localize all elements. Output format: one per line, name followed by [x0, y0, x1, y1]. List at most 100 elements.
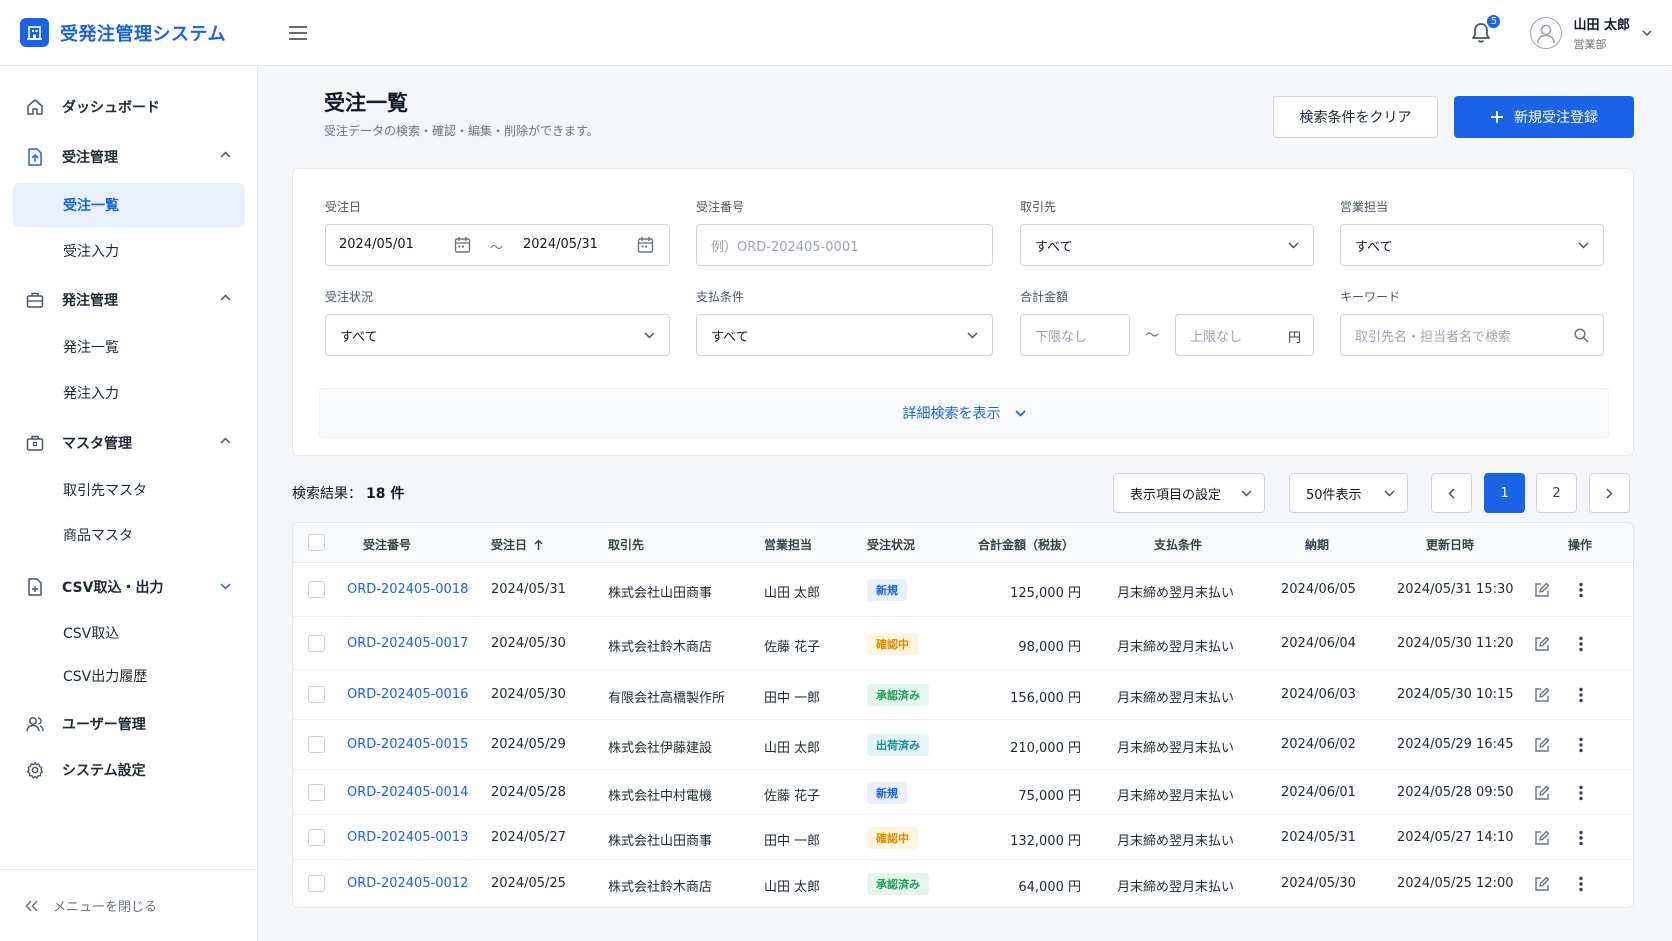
new-order-button[interactable]: 新規受注登録 [1454, 96, 1634, 138]
page-size-select[interactable]: 50件表示 [1289, 473, 1408, 513]
row-checkbox[interactable] [308, 736, 325, 753]
sidebar-item-order-mgmt[interactable]: 受注管理 [13, 137, 245, 177]
sidebar-item-csv-export-history[interactable]: CSV出力履歴 [13, 654, 245, 698]
sidebar-item-client-master[interactable]: 取引先マスタ [13, 468, 245, 512]
edit-icon[interactable] [1532, 735, 1552, 755]
search-icon[interactable] [1574, 328, 1589, 343]
prev-page-button[interactable] [1431, 473, 1472, 513]
app-logo[interactable]: 受発注管理システム [20, 18, 285, 47]
sidebar-item-purchase-entry[interactable]: 発注入力 [13, 371, 245, 415]
edit-icon[interactable] [1532, 580, 1552, 600]
client-cell: 株式会社中村電機 [608, 789, 713, 804]
row-checkbox[interactable] [308, 784, 325, 801]
advanced-search-toggle[interactable]: 詳細検索を表示 [319, 388, 1609, 438]
order-number-link[interactable]: ORD-202405-0013 [347, 830, 468, 845]
sidebar-item-product-master[interactable]: 商品マスタ [13, 513, 245, 557]
row-checkbox[interactable] [308, 829, 325, 846]
collapse-menu-button[interactable]: メニューを閉じる [0, 869, 257, 941]
updated-at-cell: 2024/05/25 12:00 [1397, 876, 1514, 891]
edit-icon[interactable] [1532, 634, 1552, 654]
amount-min-input[interactable]: 下限なし [1020, 314, 1130, 356]
order-date-label: 受注日 [325, 200, 362, 214]
more-options-icon[interactable] [1571, 685, 1591, 705]
sidebar-item-master-mgmt[interactable]: マスタ管理 [13, 423, 245, 463]
date-from-input[interactable]: 2024/05/01 [339, 237, 414, 252]
sidebar-item-label: 受注管理 [62, 150, 118, 166]
total-amount-cell: 75,000 円 [1018, 789, 1081, 804]
edit-icon[interactable] [1532, 783, 1552, 803]
page-button-1[interactable]: 1 [1484, 473, 1525, 513]
order-number-link[interactable]: ORD-202405-0016 [347, 687, 468, 702]
calendar-icon[interactable] [637, 236, 654, 254]
updated-at-cell: 2024/05/28 09:50 [1397, 785, 1514, 800]
order-number-input[interactable]: 例）ORD-202405-0001 [696, 224, 993, 266]
table-row: ORD-202405-0013 2024/05/27 株式会社山田商事 田中 一郎 13… [293, 815, 1633, 860]
edit-icon[interactable] [1532, 874, 1552, 894]
sidebar-item-system-settings[interactable]: システム設定 [13, 750, 245, 790]
page-button-2[interactable]: 2 [1536, 473, 1577, 513]
due-date-cell: 2024/06/05 [1281, 582, 1356, 597]
sidebar: ダッシュボード 受注管理 受注一覧 受注入力 発注管理 発注一覧 発注入力 マス… [0, 66, 258, 941]
sales-rep-cell: 山田 太郎 [764, 741, 821, 756]
client-label: 取引先 [1020, 200, 1057, 214]
user-menu[interactable]: 山田 太郎 営業部 [1530, 14, 1652, 52]
sidebar-item-user-mgmt[interactable]: ユーザー管理 [13, 704, 245, 744]
more-options-icon[interactable] [1571, 634, 1591, 654]
total-amount-cell: 156,000 円 [1010, 691, 1081, 706]
chevron-down-icon [1578, 242, 1589, 249]
sidebar-item-csv-import[interactable]: CSV取込 [13, 611, 245, 655]
clear-filters-button[interactable]: 検索条件をクリア [1273, 96, 1438, 138]
order-number-link[interactable]: ORD-202405-0012 [347, 876, 468, 891]
edit-icon[interactable] [1532, 828, 1552, 848]
order-number-link[interactable]: ORD-202405-0017 [347, 636, 468, 651]
menu-toggle-icon[interactable] [285, 20, 311, 46]
notification-bell-icon[interactable]: 5 [1466, 13, 1503, 48]
chevron-down-icon [1288, 242, 1299, 249]
amount-max-input[interactable]: 上限なし 円 [1175, 314, 1314, 356]
order-number-link[interactable]: ORD-202405-0018 [347, 582, 468, 597]
row-checkbox[interactable] [308, 875, 325, 892]
more-options-icon[interactable] [1571, 580, 1591, 600]
client-select[interactable]: すべて [1020, 224, 1314, 266]
order-number-link[interactable]: ORD-202405-0014 [347, 785, 468, 800]
more-options-icon[interactable] [1571, 874, 1591, 894]
more-options-icon[interactable] [1571, 783, 1591, 803]
more-options-icon[interactable] [1571, 828, 1591, 848]
updated-at-cell: 2024/05/29 16:45 [1397, 737, 1514, 752]
client-select-value: すべて [1035, 239, 1073, 255]
sidebar-item-dashboard[interactable]: ダッシュボード [13, 87, 245, 127]
sidebar-item-purchase-list[interactable]: 発注一覧 [13, 325, 245, 369]
header-order-number[interactable]: 受注番号 [363, 536, 411, 553]
calendar-icon[interactable] [454, 236, 471, 254]
keyword-search-input[interactable]: 取引先名・担当者名で検索 [1340, 314, 1604, 356]
header-client: 取引先 [608, 538, 645, 552]
edit-icon[interactable] [1532, 685, 1552, 705]
column-settings-label: 表示項目の設定 [1130, 487, 1222, 503]
payment-terms-cell: 月末締め翌月末払い [1117, 834, 1235, 849]
sidebar-item-order-list[interactable]: 受注一覧 [13, 183, 245, 227]
column-settings-select[interactable]: 表示項目の設定 [1113, 473, 1265, 513]
header-order-date[interactable]: 受注日 [491, 536, 543, 553]
header-status: 受注状況 [867, 538, 916, 552]
sidebar-item-purchase-mgmt[interactable]: 発注管理 [13, 280, 245, 320]
row-checkbox[interactable] [308, 686, 325, 703]
order-number-link[interactable]: ORD-202405-0015 [347, 737, 468, 752]
sales-rep-cell: 佐藤 花子 [764, 640, 821, 655]
more-options-icon[interactable] [1571, 735, 1591, 755]
payment-terms-select[interactable]: すべて [696, 314, 993, 356]
row-checkbox[interactable] [308, 635, 325, 652]
chevron-down-icon [1014, 409, 1026, 417]
next-page-button[interactable] [1589, 473, 1630, 513]
table-row: ORD-202405-0012 2024/05/25 株式会社鈴木商店 山田 太郎 64… [293, 860, 1633, 907]
sales-rep-select[interactable]: すべて [1340, 224, 1604, 266]
order-status-select[interactable]: すべて [325, 314, 670, 356]
yen-unit: 円 [1287, 331, 1301, 346]
date-to-input[interactable]: 2024/05/31 [523, 237, 598, 252]
row-checkbox[interactable] [308, 581, 325, 598]
sidebar-item-csv[interactable]: CSV取込・出力 [13, 567, 245, 607]
sidebar-item-order-entry[interactable]: 受注入力 [13, 229, 245, 273]
select-all-checkbox[interactable] [308, 534, 325, 551]
due-date-cell: 2024/05/31 [1281, 830, 1356, 845]
sidebar-item-label: 発注管理 [62, 293, 118, 309]
total-amount-cell: 210,000 円 [1010, 741, 1081, 756]
